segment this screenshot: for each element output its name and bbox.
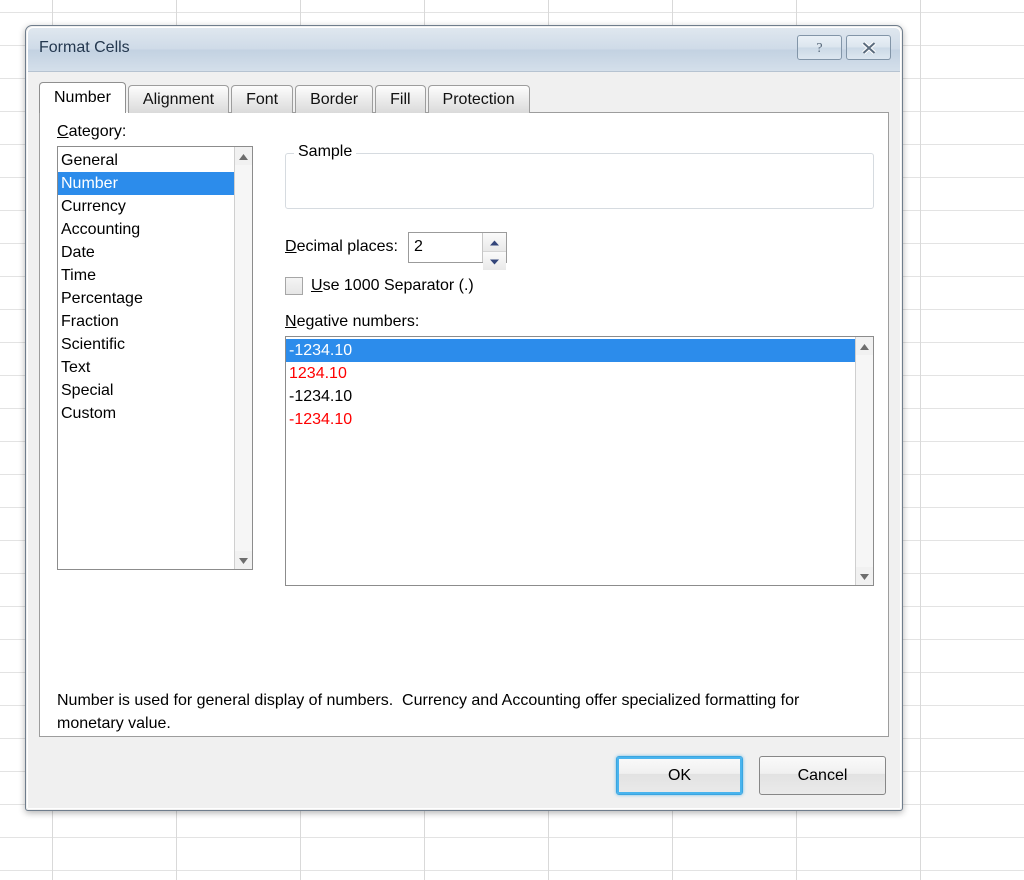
help-icon: ?: [813, 40, 826, 55]
tab-strip: Number Alignment Font Border Fill Protec…: [39, 82, 532, 113]
category-item[interactable]: Special: [58, 379, 234, 402]
use-1000-separator-label-rest: se 1000 Separator (.): [322, 277, 474, 294]
help-button[interactable]: ?: [797, 35, 842, 60]
negative-number-item[interactable]: -1234.10: [286, 408, 855, 431]
tab-label: Font: [246, 90, 279, 108]
tab-font[interactable]: Font: [231, 85, 294, 113]
category-listbox[interactable]: General Number Currency Accounting Date Time P…: [57, 146, 253, 570]
scroll-down-button[interactable]: [856, 567, 873, 585]
spinner-up-icon: [489, 233, 499, 251]
category-items: General Number Currency Accounting Date Time P…: [58, 147, 234, 569]
dialog-inner-frame: Format Cells ? Number Alignment Font Bor…: [27, 27, 901, 809]
scroll-down-button[interactable]: [235, 551, 252, 569]
titlebar-buttons: ?: [797, 35, 891, 60]
decimal-places-row: Decimal places:: [285, 231, 874, 270]
negative-numbers-items: -1234.10 1234.10 -1234.10 -1234.10: [286, 337, 855, 585]
spinner-down-icon: [489, 252, 499, 270]
scroll-up-arrow-icon: [239, 147, 248, 165]
negative-number-item[interactable]: -1234.10: [286, 385, 855, 408]
number-options-panel: Sample Decimal places: 2 Use 1000 Separa…: [285, 141, 874, 586]
use-1000-separator-checkbox[interactable]: [285, 277, 303, 295]
thousands-separator-row: Use 1000 Separator (.): [285, 277, 874, 295]
ok-button[interactable]: OK: [616, 756, 743, 795]
decimal-places-label: Decimal places:: [285, 238, 398, 256]
tab-label: Alignment: [142, 90, 215, 108]
use-1000-separator-label: Use 1000 Separator (.): [311, 277, 474, 295]
category-item[interactable]: Number: [58, 172, 234, 195]
negative-numbers-label-rest: egative numbers:: [296, 313, 420, 330]
negative-numbers-mnemonic: N: [285, 313, 297, 330]
category-item[interactable]: Text: [58, 356, 234, 379]
sample-groupbox: Sample: [285, 143, 874, 209]
ok-button-label: OK: [667, 766, 692, 784]
category-item[interactable]: Currency: [58, 195, 234, 218]
category-item[interactable]: General: [58, 149, 234, 172]
category-label-rest: ategory:: [68, 123, 127, 140]
negative-numbers-scrollbar[interactable]: [855, 337, 873, 585]
negative-number-item[interactable]: -1234.10: [286, 339, 855, 362]
negative-numbers-listbox[interactable]: -1234.10 1234.10 -1234.10 -1234.10: [285, 336, 874, 586]
dialog-title: Format Cells: [39, 39, 130, 56]
tab-label: Fill: [390, 90, 411, 108]
negative-numbers-label: Negative numbers:: [285, 313, 874, 331]
close-button[interactable]: [846, 35, 891, 60]
category-item[interactable]: Accounting: [58, 218, 234, 241]
tab-label: Protection: [442, 90, 515, 108]
scroll-track[interactable]: [856, 355, 873, 567]
dialog-footer: OK Cancel: [28, 742, 900, 808]
category-scrollbar[interactable]: [234, 147, 252, 569]
scroll-up-button[interactable]: [235, 147, 252, 165]
svg-text:?: ?: [816, 41, 822, 55]
category-item[interactable]: Time: [58, 264, 234, 287]
category-item[interactable]: Scientific: [58, 333, 234, 356]
cancel-button[interactable]: Cancel: [759, 756, 886, 795]
dialog-button-row: OK Cancel: [616, 756, 886, 795]
negative-number-item[interactable]: 1234.10: [286, 362, 855, 385]
category-label: Category:: [57, 123, 126, 141]
dialog-titlebar: Format Cells ?: [28, 28, 900, 72]
decimal-places-mnemonic: D: [285, 238, 297, 255]
use-1000-separator-mnemonic: U: [311, 277, 323, 294]
scroll-down-arrow-icon: [239, 551, 248, 569]
tab-border[interactable]: Border: [295, 85, 374, 113]
tab-label: Border: [310, 90, 359, 108]
tab-protection[interactable]: Protection: [427, 85, 530, 113]
cancel-button-label: Cancel: [797, 766, 848, 784]
scroll-track[interactable]: [235, 165, 252, 551]
scroll-up-button[interactable]: [856, 337, 873, 355]
tab-number[interactable]: Number: [39, 82, 126, 113]
decimal-places-increment[interactable]: [482, 232, 506, 251]
category-item[interactable]: Fraction: [58, 310, 234, 333]
tab-alignment[interactable]: Alignment: [127, 85, 230, 113]
format-cells-dialog: Format Cells ? Number Alignment Font Bor…: [25, 25, 903, 811]
tab-label: Number: [54, 89, 111, 106]
decimal-places-label-rest: ecimal places:: [296, 238, 398, 255]
tab-fill[interactable]: Fill: [375, 85, 426, 113]
decimal-places-decrement[interactable]: [482, 250, 506, 270]
category-description: Number is used for general display of nu…: [57, 692, 804, 732]
decimal-places-spinner[interactable]: [407, 231, 507, 270]
scroll-up-arrow-icon: [860, 337, 869, 355]
decimal-places-input[interactable]: [408, 232, 482, 262]
number-tab-panel: Category: General Number Currency Accountin…: [39, 112, 889, 737]
category-item[interactable]: Custom: [58, 402, 234, 425]
category-label-mnemonic: C: [57, 123, 69, 140]
close-icon: [861, 41, 877, 55]
sample-legend: Sample: [294, 143, 357, 161]
spinner-buttons: [481, 232, 506, 270]
category-item[interactable]: Percentage: [58, 287, 234, 310]
scroll-down-arrow-icon: [860, 567, 869, 585]
category-item[interactable]: Date: [58, 241, 234, 264]
